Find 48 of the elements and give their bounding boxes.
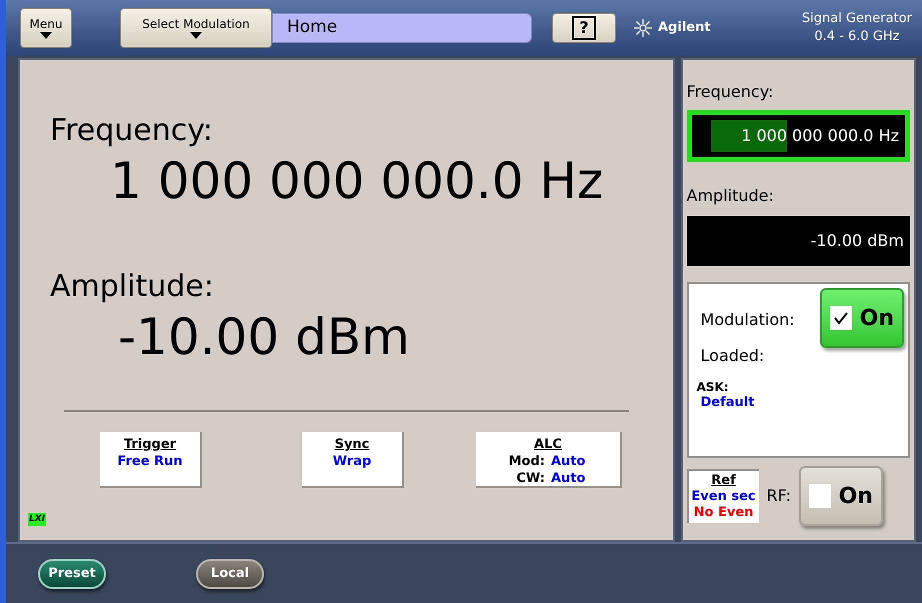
toggle-button[interactable]: On [798,466,883,526]
status-title: ALC [534,436,562,453]
ref-status: No Even [694,505,754,521]
status-value: Wrap [332,453,372,470]
frequency-label: Frequency: [50,112,214,150]
frequency-label: Frequency: [686,81,774,103]
frequency-range: 0.4 - 6.0 GHz [814,28,900,46]
status-label: CW: [515,470,545,487]
amplitude-value: -10.00 dBm [118,306,411,368]
starburst-icon [634,19,652,37]
ref-title: Ref [711,473,736,489]
amplitude-label: Amplitude: [50,268,215,306]
instrument-name: Signal Generator [802,10,912,28]
menu-button[interactable]: Menu [20,8,72,48]
softkey-button[interactable]: Preset [38,558,106,588]
status-title: Trigger [124,436,176,453]
amplitude-field[interactable]: -10.00 dBm [686,216,910,266]
ref-status: Even sec [691,489,756,505]
loaded-label: Loaded: [700,345,764,367]
brand-name: Agilent [658,19,711,38]
amplitude-label: Amplitude: [686,185,775,207]
status-value: Free Run [117,453,183,470]
select-modulation-button[interactable]: Select Modulation [120,8,272,48]
checkbox-icon [830,306,852,330]
frequency-digits: 000 000.0 Hz [792,125,899,147]
status-label: Mod: [508,453,545,470]
format-label: ASK: [696,380,730,395]
format-value: Default [700,395,756,412]
ref-box[interactable]: Ref Even sec No Even [686,469,759,523]
status-title: Sync [334,436,370,453]
caret-icon [40,32,52,39]
rf-label: RF: [766,485,791,507]
frequency-value: 1 000 000 000.0 Hz [110,150,604,212]
toggle-button[interactable]: On [820,288,904,348]
screen-title: Home [272,13,532,43]
status-value: Auto [551,470,586,487]
frequency-field[interactable]: 1 000 000 000.0 Hz [686,110,910,162]
caret-icon [190,32,202,39]
softkey-button[interactable]: Local [196,558,264,588]
status-box[interactable]: Trigger Free Run [100,432,202,488]
status-box[interactable]: ALC Mod: Auto CW: Auto [476,432,622,488]
lxi-badge: LXI [28,512,46,526]
status-value: Auto [551,453,586,470]
modulation-label: Modulation: [700,309,795,331]
selected-digits: 1 000 [711,120,788,152]
help-button[interactable]: ? [552,13,616,43]
status-box[interactable]: Sync Wrap [302,432,404,488]
checkbox-icon [808,484,831,508]
